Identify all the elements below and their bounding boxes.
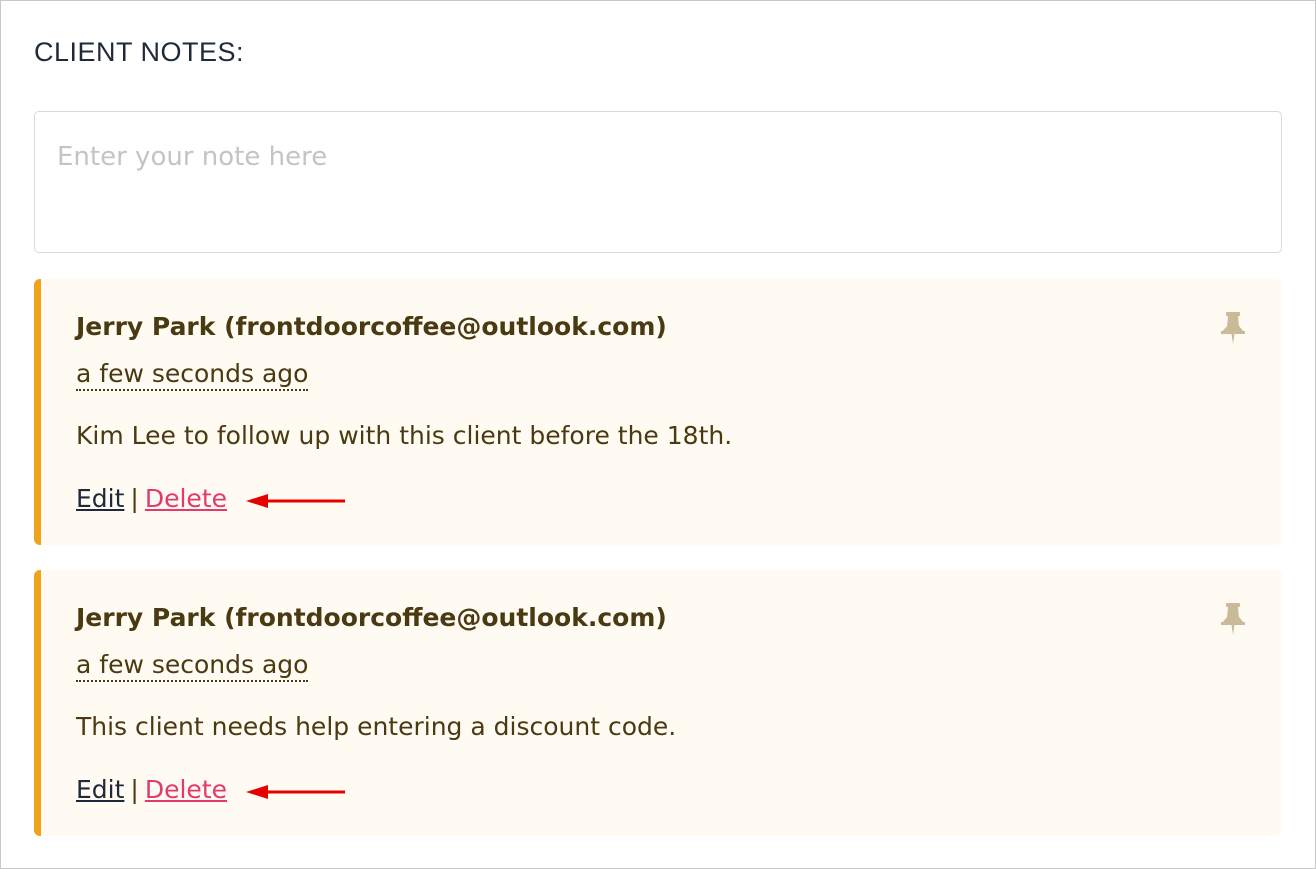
- edit-link[interactable]: Edit: [76, 775, 124, 804]
- note-timestamp: a few seconds ago: [76, 359, 309, 391]
- note-author: Jerry Park (frontdoorcoffee@outlook.com): [76, 603, 667, 632]
- pin-icon[interactable]: [1220, 603, 1246, 635]
- delete-link[interactable]: Delete: [145, 775, 227, 804]
- note-input[interactable]: [34, 111, 1282, 253]
- note-author: Jerry Park (frontdoorcoffee@outlook.com): [76, 312, 667, 341]
- note-body: Kim Lee to follow up with this client be…: [76, 421, 733, 450]
- pin-icon[interactable]: [1220, 312, 1246, 344]
- annotation-arrow-icon: [246, 785, 345, 799]
- note-body: This client needs help entering a discou…: [76, 712, 677, 741]
- delete-link[interactable]: Delete: [145, 484, 227, 513]
- edit-link[interactable]: Edit: [76, 484, 124, 513]
- section-title: CLIENT NOTES:: [34, 37, 245, 67]
- note-card: Jerry Park (frontdoorcoffee@outlook.com)…: [34, 570, 1282, 836]
- client-notes-panel: CLIENT NOTES: Jerry Park (frontdoorcoffe…: [0, 0, 1316, 869]
- action-separator: |: [130, 484, 139, 513]
- action-separator: |: [130, 775, 139, 804]
- annotation-arrow-icon: [246, 494, 345, 508]
- note-actions: Edit | Delete: [76, 484, 227, 513]
- note-timestamp: a few seconds ago: [76, 650, 309, 682]
- note-actions: Edit | Delete: [76, 775, 227, 804]
- note-card: Jerry Park (frontdoorcoffee@outlook.com)…: [34, 279, 1282, 545]
